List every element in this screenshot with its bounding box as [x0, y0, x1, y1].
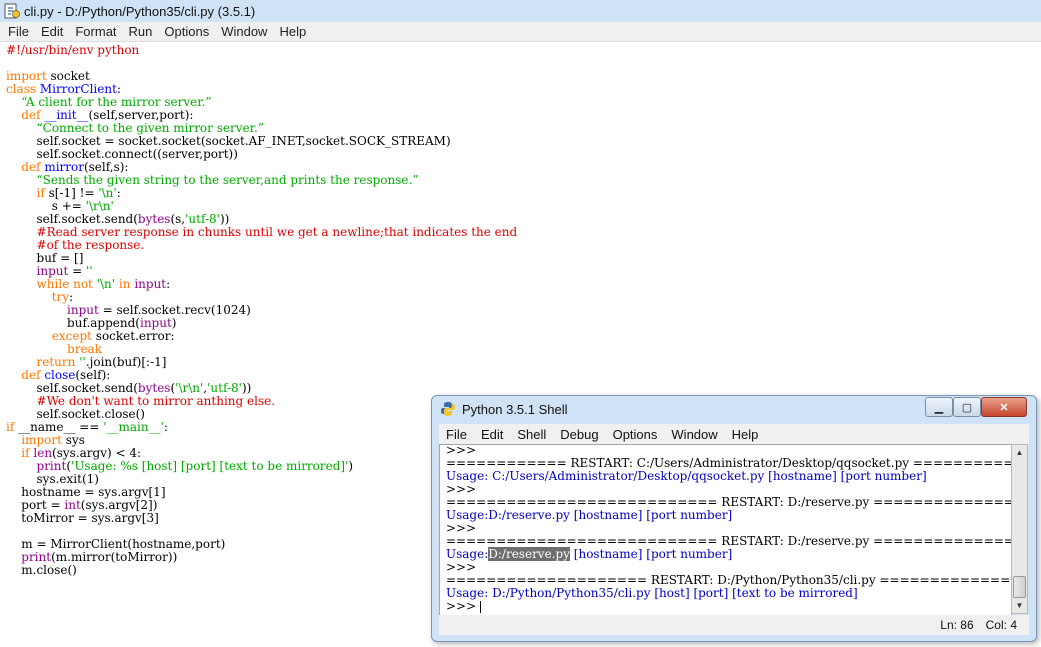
- shell-line: Usage: D:/Python/Python35/cli.py [host] …: [446, 586, 858, 600]
- menu-format[interactable]: Format: [69, 22, 122, 41]
- minimize-icon: ▁: [934, 401, 944, 414]
- code-line: while not '\n' in input:: [36, 277, 171, 291]
- column-number: Col: 4: [985, 618, 1017, 632]
- menu-file[interactable]: File: [0, 22, 35, 41]
- shell-title-bar[interactable]: Python 3.5.1 Shell ▁ ▢ ✕: [432, 396, 1036, 422]
- shell-menu-window[interactable]: Window: [664, 427, 724, 442]
- window-title: cli.py - D:/Python/Python35/cli.py (3.5.…: [24, 3, 256, 19]
- editor-menu-bar: File Edit Format Run Options Window Help: [0, 22, 1041, 42]
- shell-text[interactable]: >>> ============ RESTART: C:/Users/Admini…: [446, 445, 1011, 613]
- shell-menu-options[interactable]: Options: [606, 427, 665, 442]
- menu-options[interactable]: Options: [158, 22, 215, 41]
- shell-menu-shell[interactable]: Shell: [510, 427, 553, 442]
- scroll-thumb[interactable]: [1013, 576, 1026, 598]
- shell-menu-edit[interactable]: Edit: [474, 427, 510, 442]
- text-cursor: [479, 600, 481, 613]
- menu-run[interactable]: Run: [123, 22, 159, 41]
- shell-line: Usage:D:/reserve.py [hostname] [port num…: [446, 547, 733, 561]
- maximize-button[interactable]: ▢: [953, 397, 981, 417]
- scroll-up-arrow-icon[interactable]: ▲: [1012, 445, 1027, 460]
- shell-line: Usage: C:/Users/Administrator/Desktop/qq…: [446, 469, 927, 483]
- shell-menu-help[interactable]: Help: [725, 427, 766, 442]
- menu-edit[interactable]: Edit: [35, 22, 69, 41]
- shell-title: Python 3.5.1 Shell: [462, 401, 568, 417]
- menu-window[interactable]: Window: [215, 22, 273, 41]
- python-idle-icon: [4, 3, 20, 19]
- menu-help[interactable]: Help: [273, 22, 312, 41]
- editor-title-bar[interactable]: cli.py - D:/Python/Python35/cli.py (3.5.…: [0, 0, 1041, 23]
- shell-line: >>>: [446, 599, 481, 613]
- scroll-down-arrow-icon[interactable]: ▼: [1012, 598, 1027, 613]
- shell-menu-file[interactable]: File: [439, 427, 474, 442]
- python-shell-icon: [441, 402, 455, 416]
- python-shell-window[interactable]: Python 3.5.1 Shell ▁ ▢ ✕ File Edit Shell…: [431, 395, 1037, 642]
- maximize-icon: ▢: [961, 401, 973, 414]
- close-button[interactable]: ✕: [981, 397, 1027, 417]
- shell-menu-bar: File Edit Shell Debug Options Window Hel…: [439, 424, 1029, 444]
- line-number: Ln: 86: [940, 618, 974, 632]
- code-line: #!/usr/bin/env python: [6, 43, 140, 57]
- shell-menu-debug[interactable]: Debug: [553, 427, 605, 442]
- shell-status-bar: Ln: 86 Col: 4: [439, 615, 1029, 635]
- shell-scrollbar[interactable]: ▲ ▼: [1011, 444, 1028, 614]
- shell-line: Usage:D:/reserve.py [hostname] [port num…: [446, 508, 733, 522]
- close-icon: ✕: [999, 401, 1009, 414]
- shell-output[interactable]: >>> ============ RESTART: C:/Users/Admini…: [439, 444, 1012, 616]
- minimize-button[interactable]: ▁: [925, 397, 953, 417]
